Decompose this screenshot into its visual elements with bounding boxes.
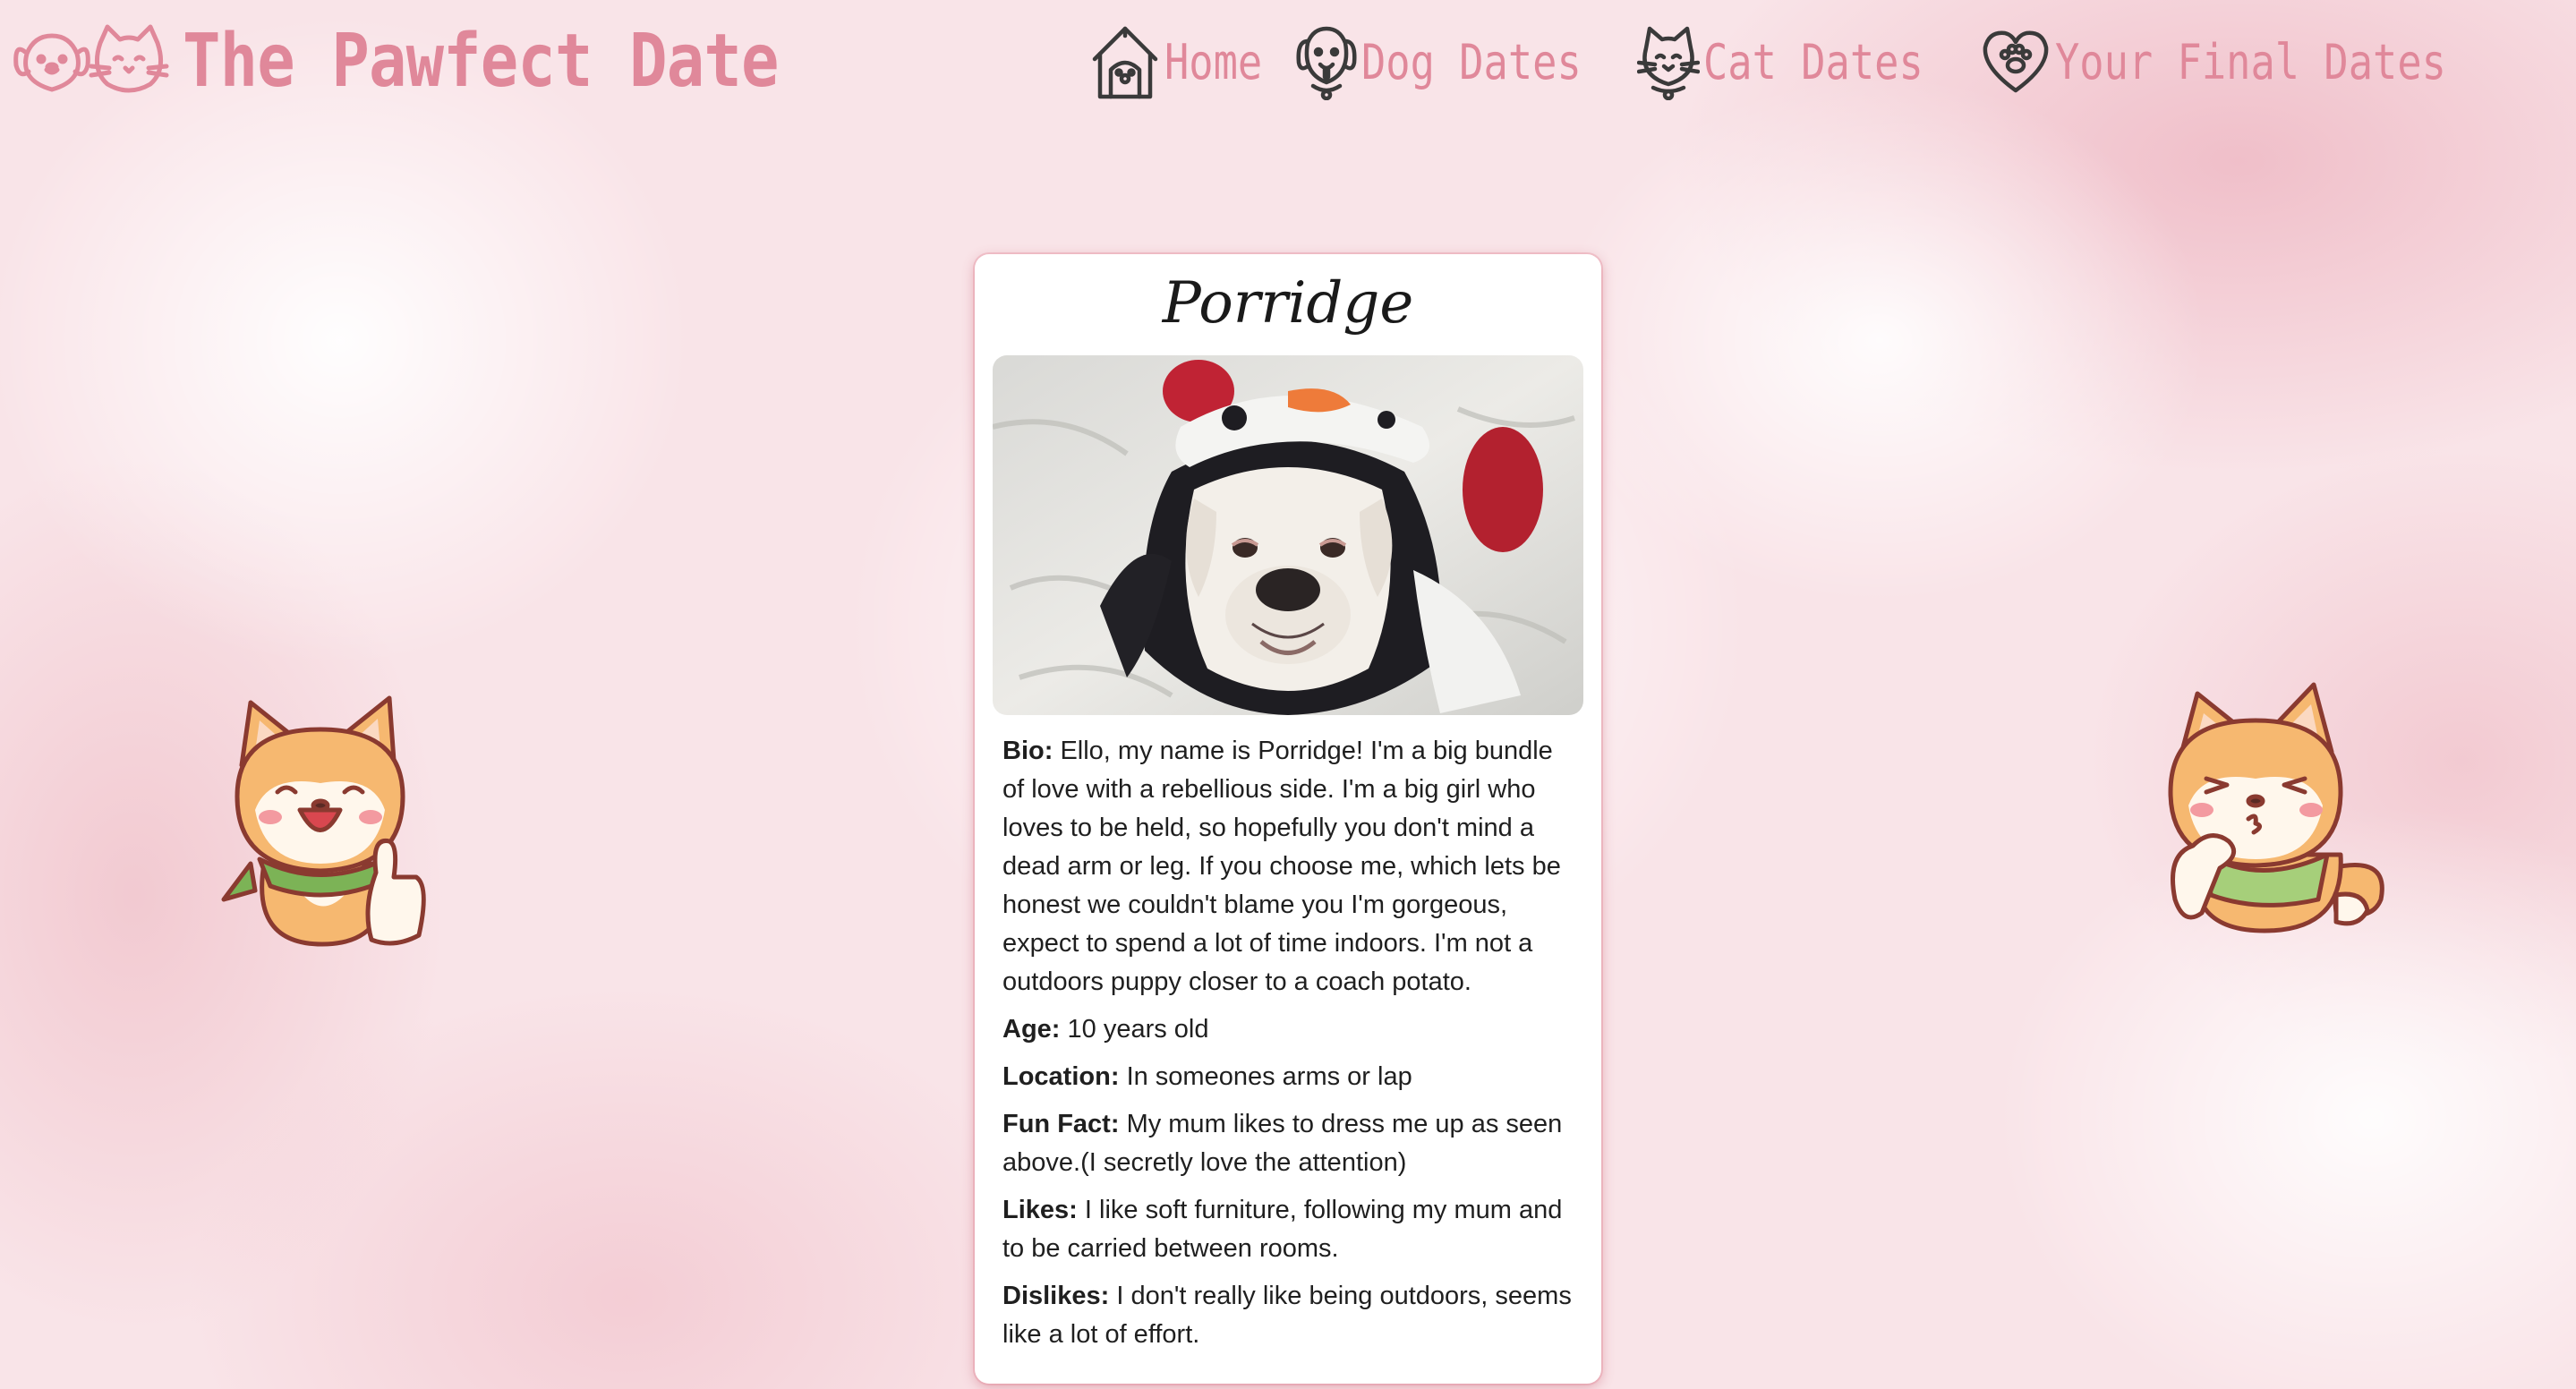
- likes-field: Likes: I like soft furniture, following …: [1002, 1191, 1575, 1268]
- shiba-thumbs-up-icon: [221, 695, 426, 947]
- profile-card: Porridge Bio: Ello, my name is Porridge!…: [975, 254, 1601, 1384]
- nav-cat-dates[interactable]: Cat Dates: [1637, 23, 1941, 100]
- nav-cat-dates-label: Cat Dates: [1703, 33, 1924, 90]
- location-value: In someones arms or lap: [1126, 1062, 1412, 1091]
- profile-name: Porridge: [1162, 270, 1414, 337]
- cat-icon: [1637, 26, 1701, 100]
- shiba-thumbs-up-sticker: [215, 685, 439, 957]
- nav-home[interactable]: Home: [1089, 23, 1262, 100]
- nav-final-dates[interactable]: Your Final Dates: [1980, 26, 2495, 98]
- bio-label: Bio:: [1002, 737, 1053, 765]
- bio-field: Bio: Ello, my name is Porridge! I'm a bi…: [1002, 732, 1575, 1001]
- dog-face-icon: [13, 33, 90, 92]
- shiba-thinking-sticker: [2157, 676, 2390, 939]
- location-field: Location: In someones arms or lap: [1002, 1058, 1575, 1096]
- fun-fact-field: Fun Fact: My mum likes to dress me up as…: [1002, 1105, 1575, 1182]
- dog-icon: [1296, 26, 1357, 100]
- profile-details: Bio: Ello, my name is Porridge! I'm a bi…: [1002, 732, 1575, 1363]
- site-header: The Pawfect Date Home Dog Dates Cat Date…: [0, 0, 2576, 134]
- dog-in-penguin-costume-photo: [993, 355, 1583, 715]
- logo-icons: [7, 16, 174, 106]
- dislikes-field: Dislikes: I don't really like being outd…: [1002, 1277, 1575, 1354]
- fun-fact-label: Fun Fact:: [1002, 1110, 1120, 1138]
- dog-house-icon: [1092, 26, 1157, 99]
- main-nav: Home Dog Dates Cat Dates Your Final Date…: [1089, 23, 2495, 100]
- likes-label: Likes:: [1002, 1196, 1078, 1224]
- shiba-thinking-icon: [2168, 682, 2384, 933]
- site-title: The Pawfect Date: [183, 18, 779, 104]
- age-label: Age:: [1002, 1015, 1061, 1044]
- nav-home-label: Home: [1164, 33, 1262, 90]
- heart-paw-icon: [1983, 30, 2049, 93]
- site-logo[interactable]: The Pawfect Date: [7, 16, 875, 106]
- cat-face-icon: [89, 24, 169, 93]
- age-field: Age: 10 years old: [1002, 1010, 1575, 1049]
- nav-final-dates-label: Your Final Dates: [2054, 33, 2446, 90]
- location-label: Location:: [1002, 1062, 1120, 1091]
- nav-dog-dates-label: Dog Dates: [1361, 33, 1582, 90]
- bio-value: Ello, my name is Porridge! I'm a big bun…: [1002, 737, 1561, 996]
- likes-value: I like soft furniture, following my mum …: [1002, 1196, 1563, 1263]
- nav-dog-dates[interactable]: Dog Dates: [1295, 23, 1599, 100]
- age-value: 10 years old: [1067, 1015, 1209, 1044]
- dislikes-label: Dislikes:: [1002, 1282, 1110, 1310]
- profile-photo: [993, 355, 1583, 715]
